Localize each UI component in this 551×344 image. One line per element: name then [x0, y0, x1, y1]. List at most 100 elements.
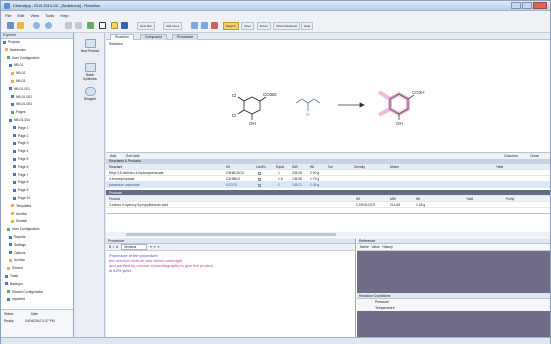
align-right-icon[interactable]: ≡	[158, 245, 160, 249]
structure-icon[interactable]	[121, 22, 128, 29]
tree-item-label: NB-01	[14, 63, 24, 68]
application-window: ChemApp - ELN 2010-02 - [Notebook] - Rea…	[0, 0, 551, 344]
tree-item[interactable]: Page 4	[1, 149, 28, 154]
tree-item[interactable]: Page 7	[1, 173, 28, 178]
table-row[interactable]: potassium carbonate K2CO3 2 138.21 2.35 …	[106, 182, 550, 188]
grid-toolbar: Add Sort Add Columns Close	[106, 152, 550, 159]
grid-close-button[interactable]: Close	[530, 154, 539, 158]
tree-item[interactable]: NB-01	[1, 63, 23, 68]
tree-item[interactable]: Scratch	[1, 219, 27, 224]
tree-item[interactable]: Reports	[1, 235, 26, 240]
tree-item[interactable]: Pages	[1, 110, 25, 115]
tab-procedure[interactable]: Procedure	[172, 34, 199, 40]
tree-item[interactable]: Page 1	[1, 126, 28, 131]
reference-tab-history[interactable]: History	[382, 245, 392, 249]
arrow-left-icon[interactable]	[191, 22, 198, 29]
new-rxn-button[interactable]: New Rxn	[137, 22, 156, 30]
minimize-button[interactable]	[511, 2, 521, 9]
tab-compound[interactable]: Compound	[140, 34, 168, 40]
tree-item[interactable]: NB-02	[1, 71, 25, 76]
menu-tools[interactable]: Tools	[45, 13, 54, 18]
copy-icon[interactable]	[75, 22, 82, 29]
align-left-icon[interactable]: ≡	[150, 245, 152, 249]
tree-item[interactable]: NB-01-002	[1, 95, 32, 100]
save-button[interactable]: Save	[241, 22, 254, 30]
tree-item[interactable]: User Configuration	[1, 56, 40, 61]
help-icon[interactable]	[99, 22, 106, 29]
align-center-icon[interactable]: ≡	[154, 245, 156, 249]
tab-reaction[interactable]: Reaction	[110, 34, 134, 40]
procedure-text[interactable]: Procedure of the procedure the reaction …	[106, 251, 355, 275]
tree-item[interactable]: NB-03	[1, 79, 25, 84]
tree-item[interactable]: NB-01-003	[1, 102, 32, 107]
reference-tab-value[interactable]: Value	[372, 245, 380, 249]
maximize-button[interactable]	[522, 2, 532, 9]
scrollbar-thumb[interactable]	[126, 233, 336, 236]
menu-edit[interactable]: Edit	[17, 13, 24, 18]
tree-item[interactable]: Shared Configuration	[1, 290, 43, 295]
show-notebook-button[interactable]: Show Notebook	[273, 22, 301, 30]
close-button[interactable]	[533, 2, 547, 9]
tree-item[interactable]: Shared	[1, 266, 23, 271]
tree-item[interactable]: Templates	[1, 204, 31, 209]
tree-item[interactable]: Options	[1, 251, 25, 256]
redo-icon[interactable]	[45, 22, 52, 29]
table-row[interactable]: 3-chloro-4-hydroxy-5-propylbenzoic acid …	[106, 202, 550, 208]
page-icon[interactable]	[111, 22, 118, 29]
undo-icon[interactable]	[33, 22, 40, 29]
reference-tab-name[interactable]: Name	[360, 245, 369, 249]
tree-item[interactable]: User Configuration	[1, 227, 40, 232]
grid-columns-button[interactable]: Columns	[504, 154, 518, 158]
new-icon[interactable]	[7, 22, 14, 29]
row-3-mw: 138.21	[292, 183, 303, 187]
cut-icon[interactable]	[65, 22, 72, 29]
tree-item[interactable]: Archive	[1, 212, 27, 217]
underline-icon[interactable]: U	[116, 245, 118, 249]
add-lines-button[interactable]: Add Lines	[163, 22, 183, 30]
batch-synthesis-button[interactable]: Batch Synthesis	[79, 63, 101, 81]
grid-sort-add-button[interactable]: Sort Add	[126, 154, 139, 158]
menu-file[interactable]: File	[5, 13, 11, 18]
menu-help[interactable]: Help	[60, 13, 68, 18]
new-product-label: New Product	[80, 49, 100, 53]
tree-item[interactable]: NB-01-001	[1, 87, 30, 92]
tree-item[interactable]: Archive	[1, 258, 25, 263]
tree-item[interactable]: Imported	[1, 297, 25, 302]
tree-item[interactable]: Page 10	[1, 196, 30, 201]
grid-horizontal-scrollbar[interactable]	[106, 232, 550, 237]
reagent-button[interactable]: Reagent	[79, 87, 101, 101]
temperature-field-label[interactable]: Temperature	[357, 305, 550, 311]
bold-icon[interactable]: B	[109, 245, 111, 249]
tree-item[interactable]: Page 6	[1, 165, 28, 170]
paste-icon[interactable]	[87, 22, 94, 29]
tree-item[interactable]: Page 2	[1, 134, 28, 139]
tree-item[interactable]: Projects	[1, 40, 20, 45]
menu-view[interactable]: View	[30, 13, 39, 18]
help-button[interactable]: Help	[301, 22, 314, 30]
row-3-mf: K2CO3	[226, 183, 237, 187]
arrow-right-icon[interactable]	[201, 22, 208, 29]
tree-item[interactable]: Page 8	[1, 180, 28, 185]
tree-item[interactable]: NB-01-004	[1, 118, 30, 123]
tree-item[interactable]: Page 5	[1, 157, 28, 162]
tree-item[interactable]: Page 9	[1, 188, 28, 193]
stop-icon[interactable]	[211, 22, 218, 29]
open-folder-icon[interactable]	[17, 22, 24, 29]
tree-item-label: NB-03	[16, 79, 26, 83]
tree-item-label: Page 8	[18, 180, 29, 185]
reaction-canvas[interactable]: CO2Et Cl Cl OH O CO2H OH	[106, 47, 550, 147]
row-3-checkbox[interactable]	[258, 182, 261, 188]
grid-add-button[interactable]: Add	[110, 154, 116, 158]
italic-icon[interactable]: I	[113, 245, 114, 249]
enum-button[interactable]: Enum	[257, 22, 271, 30]
tree-item[interactable]: Backups	[1, 282, 23, 287]
search-button[interactable]: Search	[223, 22, 239, 30]
tree-item[interactable]: Trash	[1, 274, 18, 279]
new-product-button[interactable]: New Product	[79, 39, 101, 53]
status-label: Status	[4, 312, 14, 316]
tree-item[interactable]: Settings	[1, 243, 26, 248]
tree-item[interactable]: Page 3	[1, 141, 28, 146]
font-select[interactable]: Verdana	[120, 244, 148, 250]
tree-item[interactable]: Notebooks	[1, 48, 26, 53]
reference-empty-area	[357, 251, 550, 293]
